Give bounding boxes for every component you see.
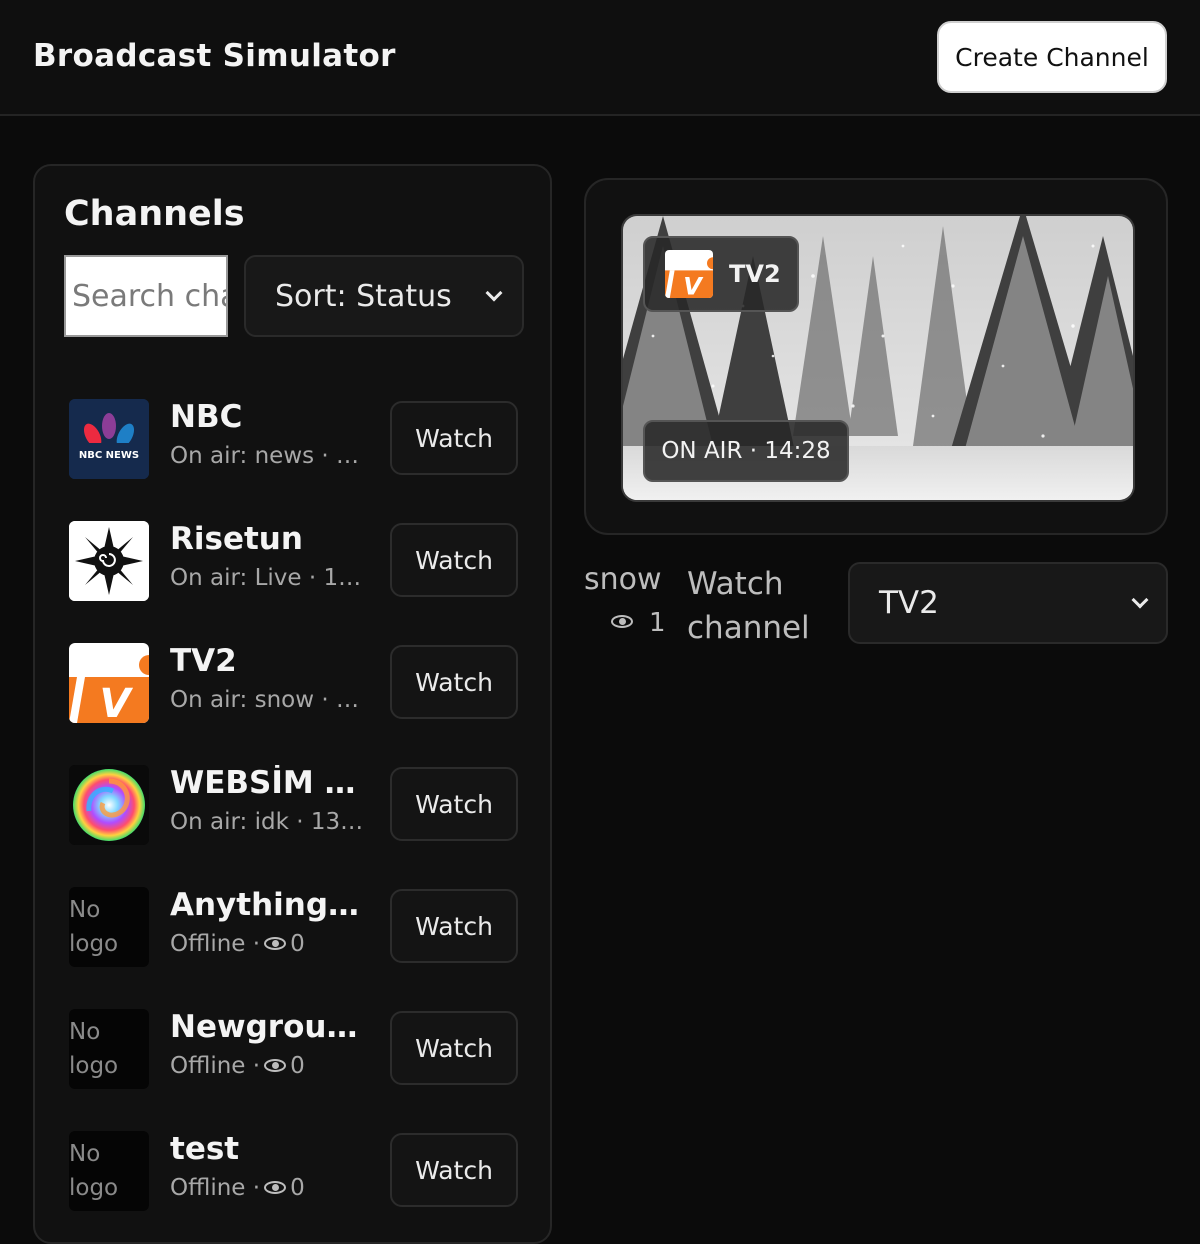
channel-row: V TV2 On air: snow · 1… Watch — [69, 643, 529, 733]
nbc-news-logo: NBC NEWS — [69, 399, 149, 479]
channel-overlay-badge: V TV2 — [643, 236, 799, 312]
channel-status: On air: idk · 13:… — [170, 809, 370, 835]
top-bar: Broadcast Simulator Create Channel — [0, 0, 1200, 116]
eye-icon — [264, 936, 287, 950]
eye-icon — [264, 1058, 287, 1072]
channel-status: Offline · 0 — [170, 1053, 370, 1079]
watch-button[interactable]: Watch — [390, 1011, 518, 1085]
channel-name: NBC — [170, 399, 243, 435]
program-name: snow — [584, 562, 662, 597]
video-player[interactable]: V TV2 ON AIR · 14:28 — [621, 214, 1135, 502]
watch-button[interactable]: Watch — [390, 523, 518, 597]
channel-status: On air: Live · 17:… — [170, 565, 370, 591]
channel-search-input[interactable] — [64, 255, 228, 337]
channel-row: No logo AnythingB… Offline · 0 Watch — [69, 887, 529, 977]
watch-button[interactable]: Watch — [390, 889, 518, 963]
watch-button[interactable]: Watch — [390, 645, 518, 719]
no-logo-placeholder: No logo — [69, 1009, 149, 1089]
channel-name: Newgroun… — [170, 1009, 370, 1045]
sort-select[interactable]: Sort: Status — [244, 255, 524, 337]
channel-select-value: TV2 — [879, 585, 939, 621]
channels-heading: Channels — [64, 194, 245, 234]
no-logo-placeholder: No logo — [69, 1131, 149, 1211]
watch-button[interactable]: Watch — [390, 1133, 518, 1207]
risetun-sun-logo — [69, 521, 149, 601]
player-viewer-count: 1 — [607, 608, 666, 638]
channel-status: Offline · 0 — [170, 931, 370, 957]
channel-name: test — [170, 1131, 240, 1167]
watch-channel-select[interactable]: TV2 — [848, 562, 1168, 644]
channel-row: No logo Newgroun… Offline · 0 Watch — [69, 1009, 529, 1099]
eye-icon — [611, 615, 633, 628]
channel-name: TV2 — [170, 643, 237, 679]
svg-text:V: V — [683, 272, 704, 298]
channel-status: On air: snow · 1… — [170, 687, 370, 713]
player-viewer-number: 1 — [649, 608, 666, 638]
channel-name: WEBSİM T… — [170, 765, 370, 801]
on-air-badge: ON AIR · 14:28 — [643, 420, 849, 482]
sort-select-value: Sort: Status — [275, 278, 452, 314]
viewer-count: 0 — [290, 1175, 305, 1201]
no-logo-placeholder: No logo — [69, 887, 149, 967]
channel-name: Risetun — [170, 521, 303, 557]
svg-text:V: V — [100, 681, 134, 723]
chevron-down-icon — [1131, 591, 1149, 609]
watch-button[interactable]: Watch — [390, 401, 518, 475]
channel-status: Offline · 0 — [170, 1175, 370, 1201]
status-text: Offline · — [170, 931, 261, 957]
overlay-channel-name: TV2 — [729, 260, 781, 288]
tv2-logo: V — [665, 250, 713, 298]
chevron-down-icon — [485, 284, 503, 302]
channel-name: AnythingB… — [170, 887, 370, 923]
player-card: V TV2 ON AIR · 14:28 — [584, 178, 1168, 535]
watch-button[interactable]: Watch — [390, 767, 518, 841]
viewer-count: 0 — [290, 931, 305, 957]
channels-panel: Channels Sort: Status NBC NEWS NBC On ai… — [33, 164, 552, 1244]
app-title: Broadcast Simulator — [33, 38, 396, 74]
status-text: Offline · — [170, 1175, 261, 1201]
websim-swirl-logo — [69, 765, 149, 845]
create-channel-button[interactable]: Create Channel — [937, 21, 1167, 93]
watch-channel-label: Watch channel — [687, 566, 810, 646]
tv2-logo: V — [69, 643, 149, 723]
viewer-count: 0 — [290, 1053, 305, 1079]
channel-row: WEBSİM T… On air: idk · 13:… Watch — [69, 765, 529, 855]
channel-row: No logo test Offline · 0 Watch — [69, 1131, 529, 1221]
eye-icon — [264, 1180, 287, 1194]
channel-row: NBC NEWS NBC On air: news · 1… Watch — [69, 399, 529, 489]
status-text: Offline · — [170, 1053, 261, 1079]
svg-text:NBC NEWS: NBC NEWS — [79, 450, 139, 461]
channel-row: Risetun On air: Live · 17:… Watch — [69, 521, 529, 611]
channel-status: On air: news · 1… — [170, 443, 370, 469]
